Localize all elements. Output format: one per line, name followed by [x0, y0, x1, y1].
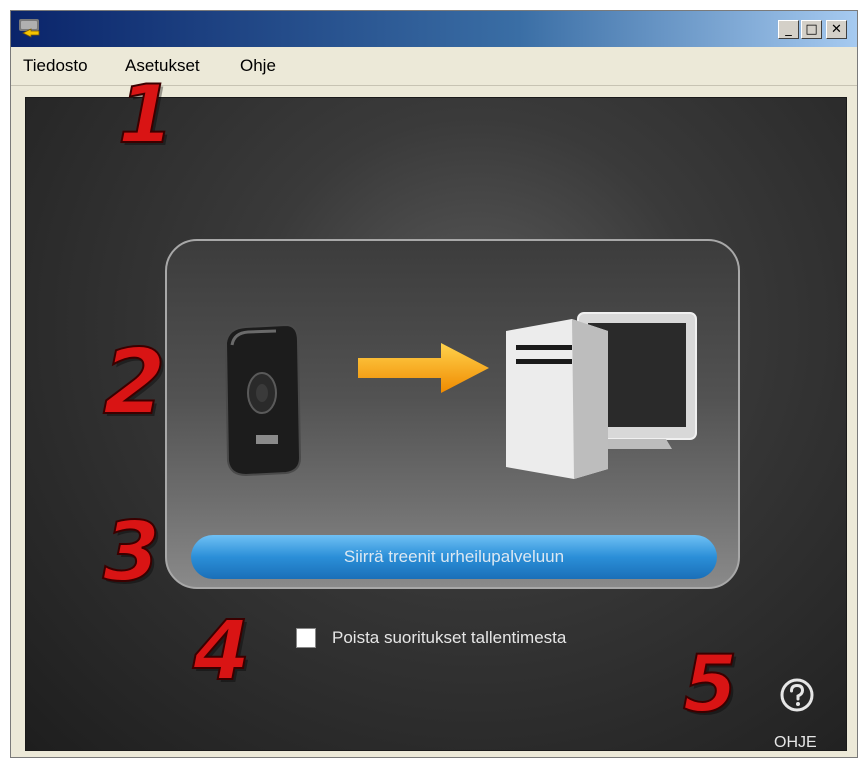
- minimize-button[interactable]: _: [778, 20, 799, 39]
- delete-records-checkbox[interactable]: [296, 628, 316, 648]
- annotation-3: 3: [102, 504, 161, 601]
- app-icon: [19, 19, 40, 38]
- close-button[interactable]: ✕: [826, 20, 847, 39]
- transfer-button[interactable]: Siirrä treenit urheilupalveluun: [191, 535, 717, 579]
- title-bar[interactable]: _ □ ✕: [11, 11, 857, 47]
- recorder-device-icon: [224, 323, 302, 477]
- transfer-arrow-icon: [358, 343, 489, 393]
- menu-ohje[interactable]: Ohje: [240, 56, 276, 76]
- annotation-1: 1: [117, 67, 175, 162]
- help-icon[interactable]: [779, 677, 815, 713]
- annotation-2: 2: [102, 329, 167, 436]
- maximize-button[interactable]: □: [801, 20, 822, 39]
- annotation-4: 4: [192, 603, 251, 700]
- delete-records-label: Poista suoritukset tallentimesta: [332, 628, 567, 647]
- computer-icon: [506, 312, 697, 479]
- help-label[interactable]: OHJE: [774, 734, 817, 752]
- annotation-5: 5: [682, 639, 738, 731]
- menu-tiedosto[interactable]: Tiedosto: [23, 56, 88, 76]
